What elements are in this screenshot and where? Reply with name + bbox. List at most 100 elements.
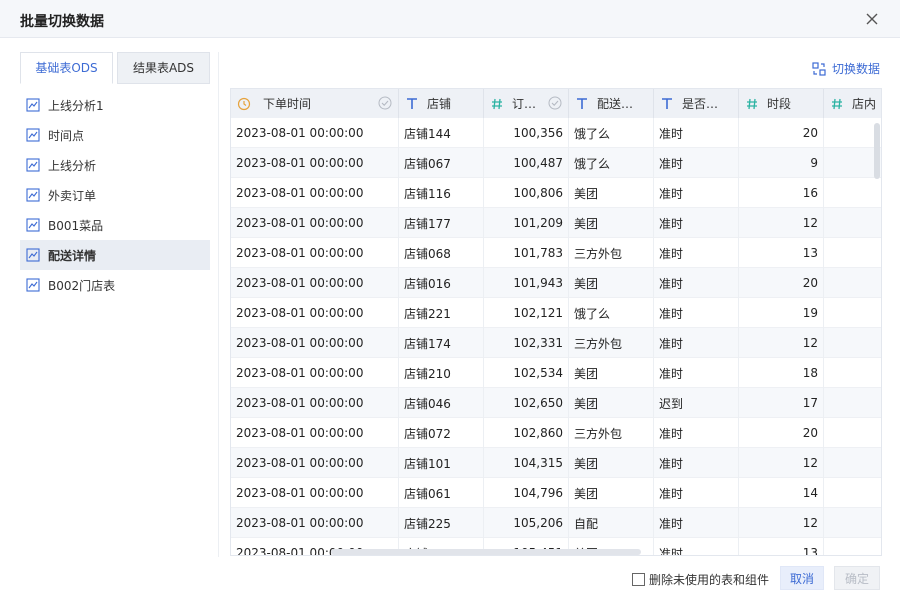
table-cell: 2023-08-01 00:00:00 xyxy=(231,178,399,208)
tab-ads[interactable]: 结果表ADS xyxy=(117,52,210,84)
table-cell xyxy=(824,538,881,555)
table-row: 2023-08-01 00:00:00 店铺016 101,943 美团 准时 20 xyxy=(231,268,881,298)
table-cell xyxy=(824,328,881,358)
table-item[interactable]: B002门店表 xyxy=(20,270,210,300)
table-cell: 101,783 xyxy=(484,238,569,268)
table-item[interactable]: 上线分析 xyxy=(20,150,210,180)
table-cell: 美团 xyxy=(569,178,654,208)
table-item-label: 上线分析1 xyxy=(48,98,104,113)
text-type-icon xyxy=(660,97,674,111)
column-header[interactable]: 店铺 xyxy=(399,89,484,118)
table-cell: 店铺016 xyxy=(399,268,484,298)
table-cell: 准时 xyxy=(654,328,739,358)
table-cell: 美团 xyxy=(569,448,654,478)
cancel-button[interactable]: 取消 xyxy=(780,566,824,590)
table-cell: 准时 xyxy=(654,448,739,478)
table-cell: 102,121 xyxy=(484,298,569,328)
table-item[interactable]: 上线分析1 xyxy=(20,90,210,120)
table-cell: 店铺101 xyxy=(399,448,484,478)
switch-data-button[interactable]: 切换数据 xyxy=(812,60,880,77)
line-chart-icon xyxy=(26,158,40,172)
table-cell: 准时 xyxy=(654,508,739,538)
line-chart-icon xyxy=(26,98,40,112)
table-item-label: 时间点 xyxy=(48,128,85,143)
table-cell: 16 xyxy=(739,178,824,208)
table-cell: 2023-08-01 00:00:00 xyxy=(231,508,399,538)
table-cell: 美团 xyxy=(569,358,654,388)
table-cell: 12 xyxy=(739,448,824,478)
delete-unused-checkbox[interactable]: 删除未使用的表和组件 xyxy=(632,571,769,588)
column-header-label: 订… xyxy=(512,97,537,111)
table-cell: 准时 xyxy=(654,118,739,148)
line-chart-icon xyxy=(26,128,40,142)
table-cell xyxy=(824,448,881,478)
table-cell: 12 xyxy=(739,208,824,238)
table-item[interactable]: B001菜品 xyxy=(20,210,210,240)
table-row: 2023-08-01 00:00:00 店铺221 102,121 饿了么 准时 19 xyxy=(231,298,881,328)
horizontal-scrollbar[interactable] xyxy=(331,549,641,555)
table-cell: 美团 xyxy=(569,388,654,418)
table-cell: 店铺144 xyxy=(399,118,484,148)
table-cell: 105,206 xyxy=(484,508,569,538)
table-cell: 准时 xyxy=(654,238,739,268)
table-row: 2023-08-01 00:00:00 店铺177 101,209 美团 准时 12 xyxy=(231,208,881,238)
table-row: 2023-08-01 00:00:00 店铺225 105,206 自配 准时 12 xyxy=(231,508,881,538)
column-header[interactable]: 时段 xyxy=(739,89,824,118)
table-row: 2023-08-01 00:00:00 店铺072 102,860 三方外包 准时 20 xyxy=(231,418,881,448)
check-circle-icon[interactable] xyxy=(548,96,562,110)
table-cell: 准时 xyxy=(654,298,739,328)
vertical-scrollbar[interactable] xyxy=(874,123,880,179)
table-cell: 2023-08-01 00:00:00 xyxy=(231,328,399,358)
table-cell: 店铺174 xyxy=(399,328,484,358)
text-type-icon xyxy=(575,97,589,111)
check-circle-icon[interactable] xyxy=(378,96,392,110)
table-row: 2023-08-01 00:00:00 店铺210 102,534 美团 准时 18 xyxy=(231,358,881,388)
table-cell xyxy=(824,268,881,298)
column-header-label: 配送… xyxy=(597,97,634,111)
checkbox-label: 删除未使用的表和组件 xyxy=(649,573,770,587)
table-cell: 三方外包 xyxy=(569,418,654,448)
table-cell: 18 xyxy=(739,358,824,388)
column-header-label: 是否… xyxy=(682,97,719,111)
table-cell xyxy=(824,298,881,328)
column-header[interactable]: 订… xyxy=(484,89,569,118)
table-row: 2023-08-01 00:00:00 店铺046 102,650 美团 迟到 17 xyxy=(231,388,881,418)
table-cell: 三方外包 xyxy=(569,328,654,358)
table-cell: 店铺210 xyxy=(399,358,484,388)
table-cell: 准时 xyxy=(654,418,739,448)
dialog-title: 批量切换数据 xyxy=(20,14,104,30)
table-cell: 美团 xyxy=(569,268,654,298)
table-cell: 104,796 xyxy=(484,478,569,508)
tab-ods[interactable]: 基础表ODS xyxy=(20,52,113,84)
table-cell: 2023-08-01 00:00:00 xyxy=(231,418,399,448)
table-row: 2023-08-01 00:00:00 店铺068 101,783 三方外包 准时 13 xyxy=(231,238,881,268)
column-header[interactable]: 店内 xyxy=(824,89,881,118)
column-header[interactable]: 是否… xyxy=(654,89,739,118)
ok-button[interactable]: 确定 xyxy=(834,566,880,590)
table-cell: 店铺225 xyxy=(399,508,484,538)
column-header[interactable]: 下单时间 xyxy=(231,89,399,118)
table-list: 上线分析1 时间点上线分析外卖订单 B001菜品 配送详情 B002门店表 xyxy=(20,90,210,300)
table-cell: 2023-08-01 00:00:00 xyxy=(231,358,399,388)
table-cell xyxy=(824,478,881,508)
table-item[interactable]: 时间点 xyxy=(20,120,210,150)
close-icon[interactable] xyxy=(862,9,882,29)
table-cell: 三方外包 xyxy=(569,238,654,268)
table-cell: 102,650 xyxy=(484,388,569,418)
table-cell: 店铺177 xyxy=(399,208,484,238)
table-cell: 102,860 xyxy=(484,418,569,448)
column-header[interactable]: 配送… xyxy=(569,89,654,118)
table-item[interactable]: 配送详情 xyxy=(20,240,210,270)
table-cell xyxy=(824,388,881,418)
table-cell: 20 xyxy=(739,418,824,448)
table-item-label: 上线分析 xyxy=(48,158,97,173)
table-cell: 13 xyxy=(739,238,824,268)
table-type-tabs: 基础表ODS 结果表ADS xyxy=(20,52,210,84)
table-cell: 2023-08-01 00:00:00 xyxy=(231,268,399,298)
data-preview-grid: 下单时间 店铺 订… 配送… 是否… 时段 店内 2023-08-01 00:00:00 店铺… xyxy=(230,88,882,556)
switch-icon xyxy=(812,61,826,76)
checkbox-box[interactable] xyxy=(632,573,645,586)
grid-body: 2023-08-01 00:00:00 店铺144 100,356 饿了么 准时 20 20… xyxy=(231,118,881,555)
number-type-icon xyxy=(490,97,504,111)
table-item[interactable]: 外卖订单 xyxy=(20,180,210,210)
